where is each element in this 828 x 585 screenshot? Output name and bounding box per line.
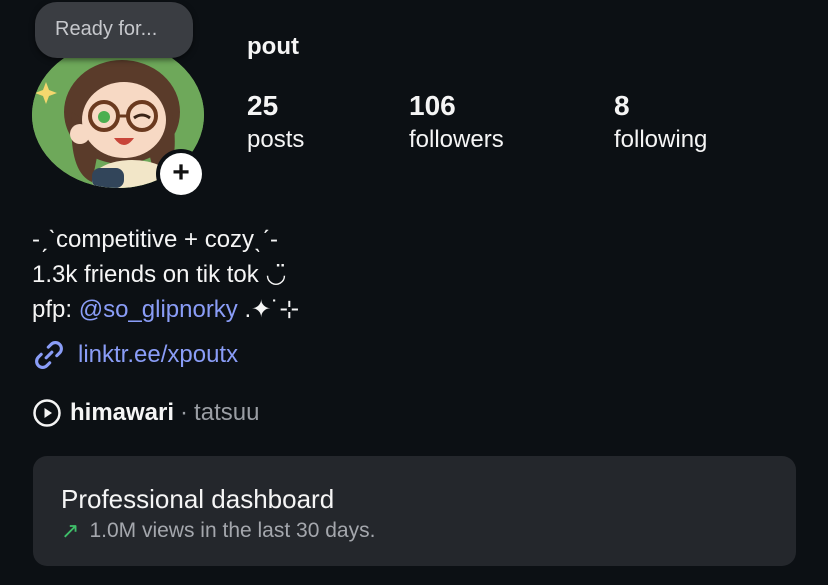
bio-line-3: pfp: @so_glipnorky .✦˙⊹ — [32, 292, 299, 327]
followers-label: followers — [409, 126, 504, 153]
profile-link-text: linktr.ee/xpoutx — [78, 341, 239, 368]
posts-count: 25 — [247, 90, 279, 121]
link-icon — [35, 341, 63, 369]
bio-mention-link[interactable]: @so_glipnorky — [79, 296, 238, 323]
dashboard-subtitle: 1.0M views in the last 30 days. — [89, 519, 376, 542]
play-icon — [33, 399, 61, 427]
stat-posts[interactable]: 25 posts — [247, 90, 304, 154]
add-story-button[interactable]: + — [156, 149, 206, 199]
bio-pfp-prefix: pfp: — [32, 296, 79, 323]
music-separator: · — [180, 399, 189, 426]
profile-music[interactable]: himawari · tatsuu — [32, 398, 259, 428]
bio-sparkle-suffix: .✦˙⊹ — [237, 296, 300, 323]
note-bubble[interactable]: Ready for... — [35, 2, 193, 58]
music-title: himawari — [70, 399, 175, 426]
bio: -ˏˋcompetitive + cozyˎˊ- 1.3k friends on… — [32, 222, 299, 327]
dashboard-subtitle-row: ↗ 1.0M views in the last 30 days. — [61, 518, 375, 544]
note-text: Ready for... — [55, 18, 158, 40]
stat-following[interactable]: 8 following — [614, 90, 707, 154]
stat-followers[interactable]: 106 followers — [409, 90, 504, 154]
bio-line-2: 1.3k friends on tik tok ◡̈ — [32, 261, 287, 288]
bio-line-1: -ˏˋcompetitive + cozyˎˊ- — [32, 226, 279, 253]
trend-up-icon: ↗ — [61, 518, 80, 543]
professional-dashboard-card[interactable]: Professional dashboard ↗ 1.0M views in t… — [33, 456, 796, 566]
music-artist: tatsuu — [194, 399, 260, 426]
following-label: following — [614, 126, 708, 153]
dashboard-title: Professional dashboard — [61, 484, 335, 514]
followers-count: 106 — [409, 90, 456, 121]
posts-label: posts — [247, 126, 305, 153]
plus-icon: + — [160, 153, 202, 195]
profile-link[interactable]: linktr.ee/xpoutx — [32, 338, 238, 372]
following-count: 8 — [614, 90, 630, 121]
username: pout — [247, 33, 299, 60]
